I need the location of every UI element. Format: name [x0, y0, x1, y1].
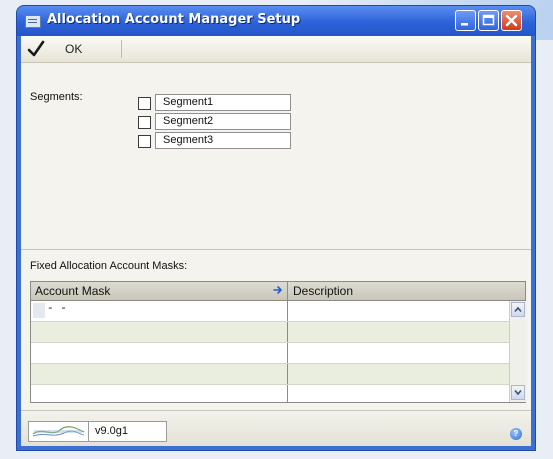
scroll-up-button[interactable] — [511, 302, 525, 317]
table-row[interactable] — [31, 343, 509, 364]
maximize-icon — [482, 14, 495, 26]
segment-name: Segment1 — [155, 94, 291, 111]
grid-header: Account Mask Description — [31, 282, 525, 301]
table-row[interactable]: - - — [31, 301, 509, 322]
vertical-scrollbar[interactable] — [509, 301, 526, 402]
description-cell[interactable] — [288, 301, 509, 321]
column-header-label: Account Mask — [35, 284, 111, 298]
ok-button-label: OK — [65, 42, 83, 56]
description-cell[interactable] — [288, 343, 509, 363]
ok-button[interactable]: OK — [23, 38, 111, 60]
window-client: OK Segments: Segment1 Segment2 Segment3 … — [21, 36, 531, 446]
setup-window: Allocation Account Manager Setup OK Segm… — [17, 6, 535, 450]
segments-label: Segments: — [30, 91, 83, 103]
masks-panel: Fixed Allocation Account Masks: Account … — [21, 250, 531, 411]
account-mask-cell[interactable] — [31, 364, 288, 384]
segment-checkbox[interactable] — [138, 135, 151, 148]
chevron-up-icon — [514, 306, 522, 313]
segment-checkbox[interactable] — [138, 116, 151, 129]
expand-arrow-icon[interactable] — [273, 285, 283, 295]
chevron-down-icon — [514, 389, 522, 396]
vendor-logo — [28, 421, 89, 442]
toolbar-separator — [121, 40, 122, 58]
title-bar[interactable]: Allocation Account Manager Setup — [17, 6, 535, 36]
segment-name: Segment2 — [155, 113, 291, 130]
column-header-account-mask[interactable]: Account Mask — [31, 282, 288, 300]
maximize-button[interactable] — [478, 10, 499, 31]
account-mask-cell[interactable] — [31, 343, 288, 363]
description-cell[interactable] — [288, 322, 509, 342]
table-row[interactable] — [31, 322, 509, 343]
close-button[interactable] — [501, 10, 522, 31]
table-row[interactable] — [31, 385, 509, 402]
minimize-icon — [461, 23, 468, 26]
close-icon — [505, 14, 518, 27]
account-mask-cell[interactable]: - - — [31, 301, 288, 321]
segments-panel: Segments: Segment1 Segment2 Segment3 — [21, 63, 531, 250]
version-field: v9.0g1 — [89, 421, 167, 442]
vendor-logo-image — [32, 426, 85, 437]
table-row[interactable] — [31, 364, 509, 385]
scroll-down-button[interactable] — [511, 385, 525, 400]
window-title: Allocation Account Manager Setup — [47, 12, 301, 27]
checkmark-icon — [27, 40, 45, 57]
masks-grid: Account Mask Description - - — [30, 281, 526, 403]
segment-checkbox[interactable] — [138, 97, 151, 110]
toolbar: OK — [21, 36, 531, 63]
window-icon — [25, 15, 41, 28]
account-mask-cell[interactable] — [31, 322, 288, 342]
account-mask-cell[interactable] — [31, 385, 288, 402]
help-icon[interactable]: ? — [510, 428, 522, 440]
account-mask-input[interactable]: - - — [33, 303, 153, 318]
column-header-description[interactable]: Description — [288, 282, 353, 302]
minimize-button[interactable] — [455, 10, 476, 31]
description-cell[interactable] — [288, 364, 509, 384]
status-bar: v9.0g1 ? — [21, 411, 531, 446]
segment-name: Segment3 — [155, 132, 291, 149]
masks-label: Fixed Allocation Account Masks: — [30, 260, 188, 272]
description-cell[interactable] — [288, 385, 509, 402]
